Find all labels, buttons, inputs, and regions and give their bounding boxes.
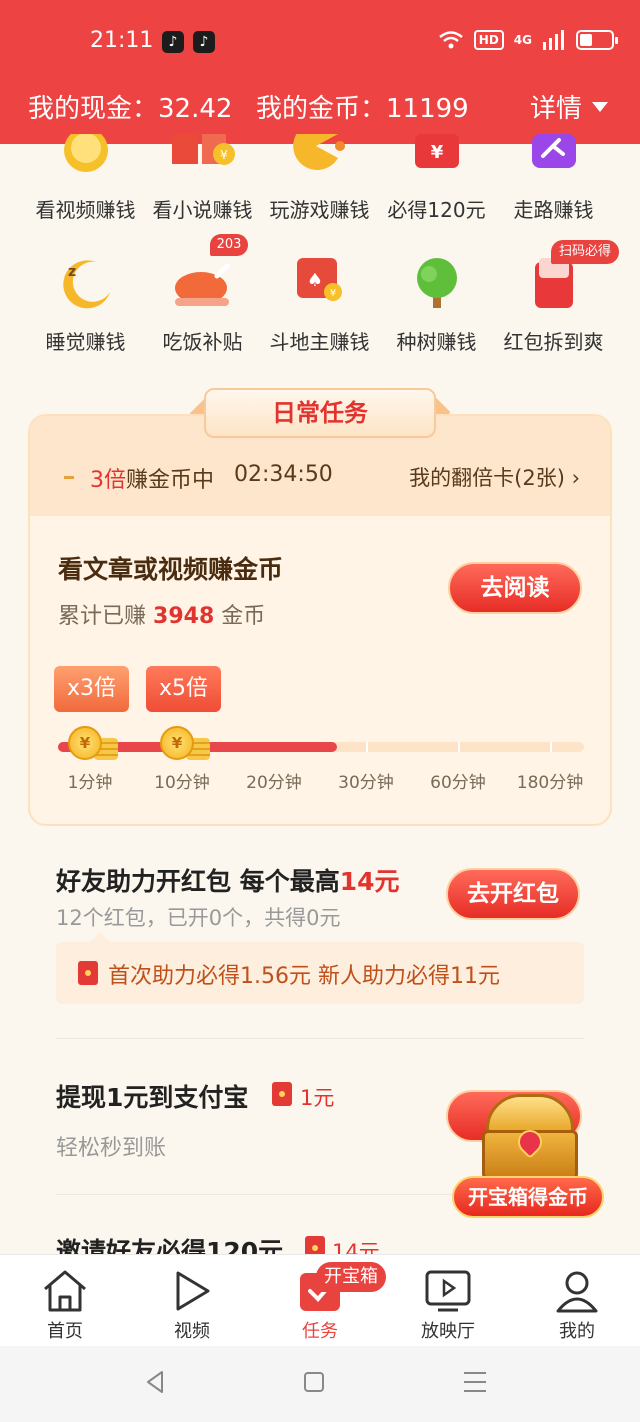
home-nav-icon[interactable]: [304, 1372, 324, 1392]
tree-icon: [416, 258, 457, 308]
back-icon[interactable]: [144, 1370, 166, 1394]
tab-video[interactable]: 视频: [137, 1255, 247, 1347]
friend-help-sub: 12个红包，已开0个，共得0元: [56, 906, 341, 930]
grid-item-tree[interactable]: 种树赚钱: [378, 240, 495, 360]
play-icon: [176, 1271, 210, 1311]
grid-item-poker[interactable]: ♠ ¥ 斗地主赚钱: [261, 240, 378, 360]
grid-item-envelope[interactable]: 扫码必得 红包拆到爽: [495, 240, 619, 360]
cards-icon: ♠ ¥: [296, 258, 342, 301]
svg-text:¥: ¥: [329, 288, 335, 299]
status-bar: 21:11 ♪ ♪ HD 4G: [0, 0, 640, 80]
grid-item-game[interactable]: 玩游戏赚钱: [261, 134, 378, 234]
multiplier-timer: 02:34:50: [234, 462, 333, 487]
withdraw-amount: 1元: [300, 1086, 335, 1110]
friend-help-title: 好友助力开红包 每个最高14元: [56, 867, 400, 896]
withdraw-sub: 轻松秒到账: [56, 1136, 167, 1161]
task-earned: 累计已赚 3948 金币: [58, 604, 266, 629]
multiplier-tag-x5: x5倍: [146, 666, 221, 712]
chicken-icon: [174, 263, 229, 306]
grid-item-sleep[interactable]: z 睡觉赚钱: [27, 240, 144, 360]
status-icons: HD 4G: [438, 30, 618, 50]
treasure-chest-widget[interactable]: 开宝箱得金币: [452, 1086, 612, 1226]
multiplier-status: 3倍赚金币中: [90, 468, 215, 493]
tiktok-icon: ♪: [162, 31, 184, 53]
tick-label: 60分钟: [430, 773, 486, 793]
redpacket-icon: [78, 961, 98, 985]
read-button[interactable]: 去阅读: [448, 562, 582, 614]
hd-badge: HD: [473, 30, 504, 50]
chevron-right-icon: ›: [571, 466, 580, 490]
tick-label: 180分钟: [516, 773, 584, 793]
tick-label: 10分钟: [154, 773, 210, 793]
coin-icon: ¥: [68, 726, 102, 760]
flip-card-link[interactable]: 我的翻倍卡(2张) ›: [409, 462, 580, 492]
home-icon: [44, 1270, 86, 1312]
signal-icon: [543, 30, 564, 50]
open-treasure-button[interactable]: 开宝箱得金币: [452, 1176, 604, 1218]
cash-balance: 我的现金：32.42: [28, 94, 233, 124]
tab-home[interactable]: 首页: [10, 1255, 120, 1347]
battery-icon: [576, 30, 618, 50]
wifi-icon: [438, 31, 463, 49]
walk-icon: [531, 134, 576, 168]
grid-item-novel[interactable]: ¥ 看小说赚钱: [144, 134, 261, 234]
book-icon: ¥: [171, 134, 235, 165]
tiktok-icon: ♪: [193, 31, 215, 53]
treasure-tab-badge: 开宝箱: [316, 1262, 386, 1292]
header: 21:11 ♪ ♪ HD 4G 我的现金：32.42 我的金币：11199 详情: [0, 0, 640, 144]
daily-task-card: 3倍赚金币中 02:34:50 我的翻倍卡(2张) › 看文章或视频赚金币 累计…: [28, 414, 612, 826]
earn-grid-row-2: z 睡觉赚钱 203 吃饭补贴 ♠ ¥ 斗地主赚钱 种树赚钱 扫码必得 红包拆到…: [0, 234, 640, 360]
grid-item-120[interactable]: ¥ 必得120元: [378, 134, 495, 234]
svg-text:z: z: [68, 264, 76, 280]
tab-theater[interactable]: 放映厅: [393, 1255, 503, 1347]
earn-grid-row-1: 看视频赚钱 ¥ 看小说赚钱 玩游戏赚钱 ¥ 必得120元 走路赚钱: [0, 134, 640, 234]
tick-label: 1分钟: [67, 773, 113, 793]
coin-icon: ¥: [160, 726, 194, 760]
meal-count-badge: 203: [210, 234, 248, 256]
reading-progress: [58, 742, 584, 752]
grid-item-walk[interactable]: 走路赚钱: [495, 134, 612, 234]
svg-text:♠: ♠: [306, 270, 322, 291]
task-title: 看文章或视频赚金币: [58, 555, 284, 584]
svg-text:¥: ¥: [220, 148, 228, 162]
treasure-chest-icon: [486, 1094, 574, 1134]
detail-button[interactable]: 详情: [530, 88, 608, 125]
multiplier-tag-x3: x3倍: [54, 666, 129, 712]
grid-item-video[interactable]: 看视频赚钱: [27, 134, 144, 234]
system-nav-bar: [0, 1346, 640, 1422]
user-icon: [556, 1271, 598, 1313]
withdraw-title: 提现1元到支付宝: [56, 1083, 249, 1112]
pacman-icon: [292, 134, 345, 170]
menu-icon[interactable]: [464, 1372, 486, 1399]
scan-badge: 扫码必得: [551, 240, 619, 264]
chevron-down-icon: [592, 101, 608, 112]
moon-icon: z: [62, 260, 110, 309]
coin-icon: [63, 134, 108, 172]
daily-task-title: 日常任务: [204, 388, 436, 438]
divider: [56, 1038, 584, 1039]
friend-help-tip: 首次助力必得1.56元 新人助力必得11元: [56, 932, 584, 1004]
balance-row: 我的现金：32.42 我的金币：11199 详情: [0, 88, 640, 128]
tick-label: 30分钟: [338, 773, 394, 793]
redpacket-icon: ¥: [414, 134, 459, 168]
tv-icon: [425, 1270, 471, 1312]
coin-balance: 我的金币：11199: [256, 94, 469, 124]
tick-label: 20分钟: [246, 773, 302, 793]
status-time: 21:11: [90, 28, 154, 53]
multiplier-row: 3倍赚金币中 02:34:50 我的翻倍卡(2张) ›: [30, 460, 610, 500]
svg-text:¥: ¥: [430, 142, 443, 163]
redpacket-icon: [272, 1082, 292, 1106]
tab-mine[interactable]: 我的: [522, 1255, 632, 1347]
network-label: 4G: [513, 33, 532, 47]
open-redpacket-button[interactable]: 去开红包: [446, 868, 580, 920]
grid-item-meal[interactable]: 203 吃饭补贴: [144, 234, 261, 360]
